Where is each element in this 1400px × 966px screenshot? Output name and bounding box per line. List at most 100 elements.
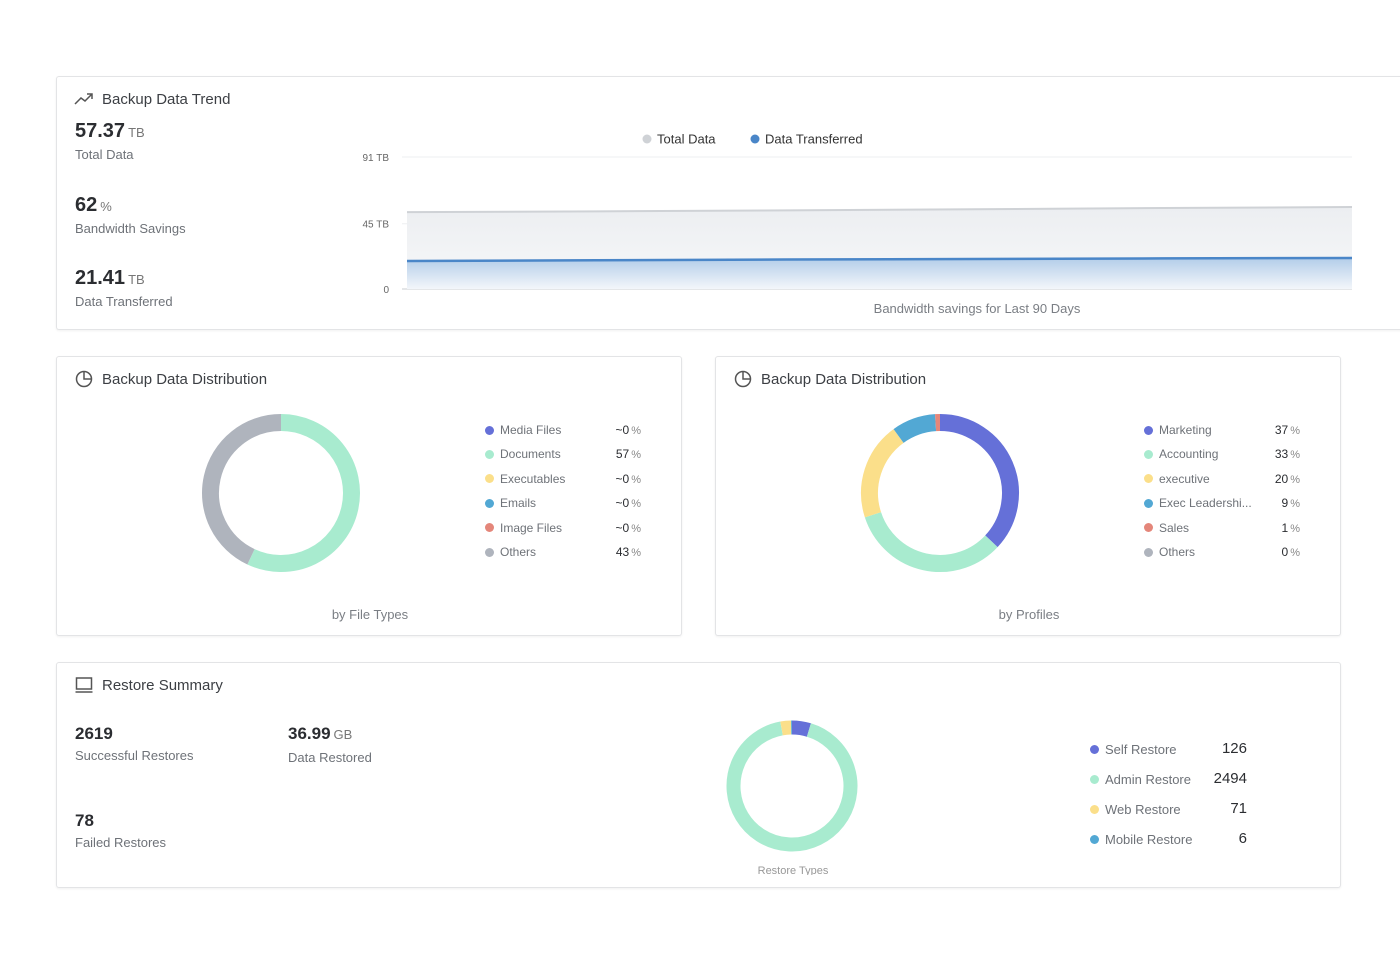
donut-slice-executive[interactable] bbox=[861, 429, 904, 518]
bandwidth-savings-stat: 62% Bandwidth Savings bbox=[75, 194, 186, 236]
legend-item[interactable]: Executables bbox=[485, 472, 565, 486]
stat-value: 78 bbox=[75, 811, 94, 830]
donut-slice-accounting[interactable] bbox=[864, 511, 998, 572]
restore-caption-clip: Restore Types bbox=[693, 861, 893, 875]
laptop-icon bbox=[74, 676, 94, 694]
backup-trend-card: Backup Data Trend 57.37 TB Total Data 62%… bbox=[56, 76, 1400, 330]
value-number: ~0 bbox=[615, 520, 630, 535]
trend-caption: Bandwidth savings for Last 90 Days bbox=[873, 301, 1081, 316]
legend-value: 43% bbox=[601, 545, 641, 559]
value-unit: % bbox=[1290, 547, 1300, 559]
donut-slice-admin-restore[interactable] bbox=[726, 721, 858, 852]
profiles-donut[interactable] bbox=[860, 413, 1020, 573]
legend-label: Web Restore bbox=[1105, 802, 1181, 817]
value-unit: % bbox=[1290, 473, 1300, 486]
legend-label: Sales bbox=[1159, 520, 1190, 535]
card-title-text: Restore Summary bbox=[102, 676, 223, 694]
failed-restores-stat: 78 Failed Restores bbox=[75, 811, 166, 850]
value-unit: % bbox=[631, 522, 641, 535]
legend-dot bbox=[485, 547, 494, 557]
legend-item[interactable]: Documents bbox=[485, 447, 561, 461]
y-tick-label: 0 bbox=[383, 285, 389, 296]
legend-value: 1% bbox=[1260, 521, 1300, 535]
legend-dot bbox=[1090, 835, 1099, 844]
donut-slice-documents[interactable] bbox=[247, 414, 360, 572]
value-number: 20 bbox=[1274, 471, 1289, 486]
restore-legend-item[interactable]: Web Restore bbox=[1090, 802, 1181, 817]
stat-value: 57.37 bbox=[75, 120, 126, 142]
stat-label: Total Data bbox=[75, 147, 134, 162]
legend-value: ~0% bbox=[601, 423, 641, 437]
restore-legend-item[interactable]: Admin Restore bbox=[1090, 772, 1191, 787]
legend-item-total-data[interactable]: Total Data bbox=[642, 132, 717, 147]
legend-label: Others bbox=[500, 545, 537, 559]
legend-dot bbox=[750, 134, 760, 144]
value-number: ~0 bbox=[615, 496, 630, 511]
donut-slice-self-restore[interactable] bbox=[791, 720, 811, 737]
legend-dot bbox=[1144, 474, 1153, 484]
legend-item[interactable]: Media Files bbox=[485, 423, 561, 437]
legend-value: 57% bbox=[601, 447, 641, 461]
value-number: 43 bbox=[615, 545, 630, 559]
legend-label: Emails bbox=[500, 496, 537, 511]
donut-slice-web-restore[interactable] bbox=[780, 720, 792, 736]
restore-legend-value: 6 bbox=[1238, 830, 1247, 847]
card-title-text: Backup Data Distribution bbox=[102, 370, 268, 388]
donut-slice-others[interactable] bbox=[202, 414, 282, 565]
stat-label: Failed Restores bbox=[75, 835, 167, 850]
legend-label: Total Data bbox=[657, 132, 716, 147]
legend-item[interactable]: Others bbox=[1144, 545, 1195, 559]
donut-slice-marketing[interactable] bbox=[939, 414, 1019, 548]
legend-item[interactable]: Exec Leadershi... bbox=[1144, 496, 1252, 510]
value-number: 33 bbox=[1274, 447, 1289, 462]
legend-item[interactable]: Image Files bbox=[485, 521, 562, 535]
stat-unit: TB bbox=[128, 272, 145, 287]
legend-dot bbox=[1144, 449, 1153, 459]
pie-chart-icon bbox=[733, 370, 753, 388]
legend-label: Documents bbox=[500, 447, 561, 462]
y-tick-label: 45 TB bbox=[363, 220, 390, 231]
legend-label: Self Restore bbox=[1105, 742, 1177, 757]
legend-item[interactable]: Others bbox=[485, 545, 536, 559]
legend-item[interactable]: Marketing bbox=[1144, 423, 1212, 437]
restore-legend-value: 126 bbox=[1221, 740, 1247, 757]
area-data-transferred bbox=[407, 257, 1352, 289]
restore-legend-value: 2494 bbox=[1213, 770, 1247, 787]
data-transferred-stat: 21.41 TB Data Transferred bbox=[75, 267, 173, 309]
legend-dot bbox=[485, 474, 494, 484]
donut-slice-exec-leadershi[interactable] bbox=[893, 414, 937, 444]
stat-value: 62 bbox=[75, 194, 98, 216]
stat-label: Data Transferred bbox=[75, 294, 173, 309]
legend-item[interactable]: Emails bbox=[485, 496, 536, 510]
restore-legend-item[interactable]: Mobile Restore bbox=[1090, 832, 1192, 847]
pie-chart-icon bbox=[74, 370, 94, 388]
legend-item[interactable]: Sales bbox=[1144, 521, 1189, 535]
legend-label: Image Files bbox=[500, 520, 563, 535]
legend-label: Accounting bbox=[1159, 447, 1219, 462]
stat-value: 36.99 bbox=[288, 724, 331, 743]
value-unit: % bbox=[631, 425, 641, 437]
legend-item[interactable]: executive bbox=[1144, 472, 1210, 486]
legend-dot bbox=[1144, 498, 1153, 508]
legend-item-data-transferred[interactable]: Data Transferred bbox=[750, 132, 863, 147]
restore-legend-value: 71 bbox=[1230, 800, 1247, 817]
legend-value: ~0% bbox=[601, 472, 641, 486]
restore-legend-item[interactable]: Self Restore bbox=[1090, 742, 1177, 757]
legend-dot bbox=[1144, 523, 1153, 533]
value-number: ~0 bbox=[615, 423, 630, 437]
data-restored-stat: 36.99 GB Data Restored bbox=[288, 724, 372, 765]
file-types-donut[interactable] bbox=[201, 413, 361, 573]
legend-label: Admin Restore bbox=[1105, 772, 1191, 787]
stat-label: Successful Restores bbox=[75, 748, 194, 763]
legend-dot bbox=[1090, 805, 1099, 814]
stat-unit: % bbox=[100, 199, 112, 214]
legend-dot bbox=[1144, 425, 1153, 435]
legend-label: Executables bbox=[500, 471, 566, 486]
stat-label: Bandwidth Savings bbox=[75, 221, 186, 236]
distribution-title: Backup Data Distribution bbox=[733, 370, 926, 388]
stat-value: 2619 bbox=[75, 724, 113, 743]
restore-types-caption: Restore Types bbox=[757, 865, 829, 875]
legend-dot bbox=[485, 498, 494, 508]
legend-item[interactable]: Accounting bbox=[1144, 447, 1218, 461]
restore-types-donut[interactable] bbox=[724, 718, 860, 854]
